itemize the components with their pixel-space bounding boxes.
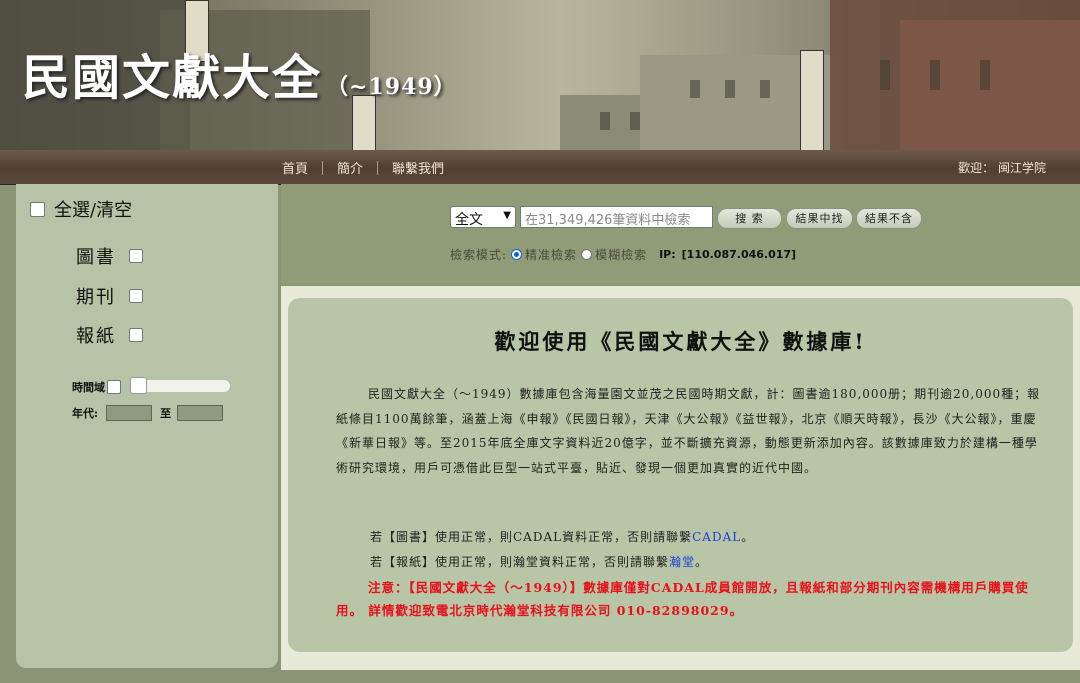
hantang-link[interactable]: 瀚堂 — [669, 555, 695, 569]
category-newspapers: 報紙 — [76, 322, 143, 348]
search-mode-label: 檢索模式: — [450, 248, 508, 262]
banner-shop-sign — [800, 50, 824, 150]
banner-window — [600, 112, 610, 130]
category-newspapers-label: 報紙 — [76, 326, 116, 347]
banner-window — [930, 60, 940, 90]
banner-window — [880, 60, 890, 90]
nav-contact-link[interactable]: 聯繫我們 — [392, 158, 444, 177]
year-slider-handle[interactable] — [130, 377, 147, 394]
exclude-results-button[interactable]: 結果不含 — [856, 208, 922, 229]
search-input[interactable]: 在31,349,426筆資料中檢索 — [520, 206, 713, 228]
ip-value: [110.087.046.017] — [681, 248, 797, 261]
search-within-results-button[interactable]: 結果中找 — [786, 208, 853, 229]
time-filter-checkbox[interactable] — [107, 380, 121, 394]
category-newspapers-checkbox[interactable] — [129, 328, 143, 342]
time-filter-label: 時間域 — [72, 381, 105, 394]
chevron-down-icon: ▼ — [503, 210, 511, 221]
category-periodicals-label: 期刊 — [76, 287, 116, 308]
search-panel: 全文 ▼ 在31,349,426筆資料中檢索 搜 索 結果中找 結果不含 檢索模… — [281, 184, 1080, 284]
radio-selected-icon[interactable] — [511, 249, 523, 260]
nav-links: 首頁 簡介 聯繫我們 — [282, 158, 444, 177]
category-books-label: 圖書 — [76, 247, 116, 268]
nav-intro-link[interactable]: 簡介 — [337, 158, 363, 177]
banner-window — [690, 80, 700, 98]
book-note-text: 若【圖書】使用正常，則CADAL資料正常，否則請聯繫 — [370, 530, 693, 544]
year-range-slider[interactable] — [130, 377, 230, 394]
category-periodicals-checkbox[interactable] — [129, 289, 143, 303]
select-all-label: 全選/清空 — [54, 200, 133, 221]
search-scope-select[interactable]: 全文 ▼ — [450, 206, 516, 228]
header-banner: 民國文獻大全 （~1949） — [0, 0, 1080, 150]
site-title-suffix: （~1949） — [326, 74, 457, 100]
year-range-row: 年代: 至 — [72, 405, 224, 421]
time-filter-row: 時間域 — [72, 379, 121, 395]
fuzzy-search-label[interactable]: 模糊檢索 — [595, 246, 647, 263]
nav-separator — [377, 160, 379, 175]
exact-search-label[interactable]: 精准檢索 — [525, 246, 577, 263]
site-title: 民國文獻大全 （~1949） — [22, 38, 457, 108]
nav-separator — [322, 160, 324, 175]
cadal-link[interactable]: CADAL — [692, 530, 741, 544]
paper-note-text: 若【報紙】使用正常，則瀚堂資料正常，否則請聯繫 — [370, 555, 670, 569]
site-title-main: 民國文獻大全 — [22, 50, 323, 106]
nav-bar: 首頁 簡介 聯繫我們 歡迎： 闽江学院 — [0, 150, 1080, 185]
select-all-row: 全選/清空 — [30, 196, 132, 222]
banner-building-right-2 — [900, 20, 1080, 150]
banner-window — [760, 80, 770, 98]
category-periodicals: 期刊 — [76, 283, 143, 309]
search-scope-value: 全文 — [455, 212, 483, 228]
year-to-field[interactable] — [177, 405, 224, 421]
intro-paragraph: 民國文獻大全（～1949）數據庫包含海量園文並茂之民國時期文獻，計：圖書逾180… — [336, 387, 1041, 475]
category-books: 圖書 — [76, 243, 143, 269]
nav-home-link[interactable]: 首頁 — [282, 158, 308, 177]
book-note-end: 。 — [741, 530, 755, 544]
ip-label: IP: — [659, 248, 676, 261]
book-contact-note: 若【圖書】使用正常，則CADAL資料正常，否則請聯繫CADAL。 — [370, 528, 754, 545]
radio-unselected-icon[interactable] — [581, 249, 593, 260]
paper-note-end: 。 — [695, 555, 709, 569]
search-mode-row: 檢索模式: 精准檢索 模糊檢索 IP: [110.087.046.017] — [450, 246, 796, 263]
filter-sidebar: 全選/清空 圖書 期刊 報紙 時間域 年代: 至 — [16, 184, 278, 668]
year-from-field[interactable] — [106, 405, 153, 421]
newspaper-contact-note: 若【報紙】使用正常，則瀚堂資料正常，否則請聯繫瀚堂。 — [370, 553, 708, 570]
content-wrapper: 歡迎使用《民國文獻大全》數據庫! 民國文獻大全（～1949）數據庫包含海量園文並… — [281, 286, 1080, 670]
year-to-label: 至 — [160, 407, 172, 420]
access-notice: 注意：【民國文獻大全（～1949）】數據庫僅對CADAL成員館開放，且報紙和部分… — [336, 580, 1029, 618]
category-books-checkbox[interactable] — [129, 249, 143, 263]
welcome-heading: 歡迎使用《民國文獻大全》數據庫! — [494, 329, 867, 354]
banner-window — [980, 60, 990, 90]
select-all-checkbox[interactable] — [30, 201, 45, 217]
year-label: 年代: — [72, 407, 99, 420]
welcome-text: 歡迎： 闽江学院 — [958, 161, 1046, 175]
welcome-panel: 歡迎使用《民國文獻大全》數據庫! 民國文獻大全（～1949）數據庫包含海量園文並… — [288, 298, 1073, 652]
search-button[interactable]: 搜 索 — [717, 208, 782, 229]
banner-window — [630, 112, 640, 130]
banner-window — [725, 80, 735, 98]
